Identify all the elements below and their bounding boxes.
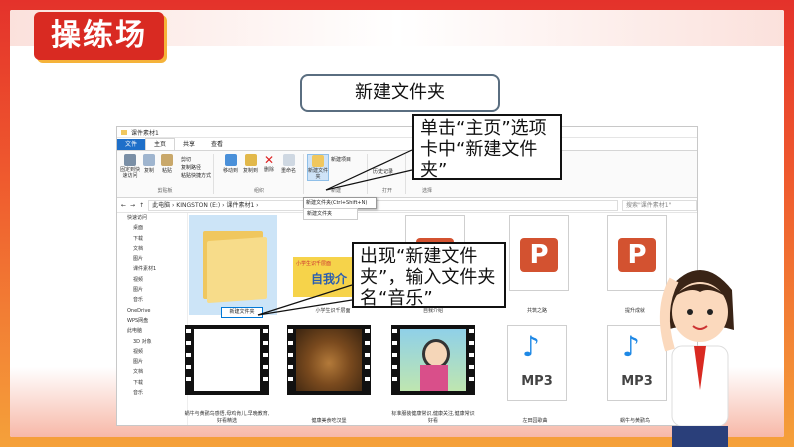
rename-input[interactable]: 新建文件夹 — [221, 307, 263, 318]
rename-icon — [282, 154, 295, 166]
nav-item[interactable]: 文档 — [117, 244, 187, 254]
video-thumbnail — [185, 325, 269, 395]
video-thumbnail — [287, 325, 371, 395]
forward-arrow-icon[interactable]: → — [130, 202, 135, 209]
file-name: 左田园歌曲 — [522, 418, 548, 424]
nav-item[interactable]: 桌面 — [117, 223, 187, 233]
nav-item[interactable]: 音乐 — [117, 388, 187, 398]
music-note-icon: ♪ — [522, 330, 540, 363]
folder-icon — [193, 225, 275, 304]
move-to-button[interactable]: 移动到 — [223, 154, 238, 174]
file-name: 小学生识千层面 — [315, 308, 351, 314]
address-bar-row: ← → ↑ 此电脑 › KINGSTON (E:) › 课件素材1 › 搜索"课… — [117, 198, 697, 213]
group-organize: 移动到 复制到 ✕ 删除 重命名 组织 — [215, 154, 304, 194]
pin-icon — [124, 154, 136, 166]
nav-item[interactable]: 3D 对象 — [117, 337, 187, 347]
group-label-new: 新建 — [330, 188, 341, 194]
nav-item[interactable]: 视频 — [117, 347, 187, 357]
nav-item[interactable]: 下载 — [117, 378, 187, 388]
delete-icon: ✕ — [263, 153, 275, 167]
file-name: 蜗牛与黄鹂鸟感悟,母鸡肯儿,早晚教育,好看精选 — [184, 411, 270, 424]
cut-button[interactable]: 剪切 — [181, 156, 211, 164]
file-name: 健康美食吃汉堡 — [311, 418, 347, 424]
search-input[interactable]: 搜索"课件素材1" — [622, 199, 697, 211]
group-label-open: 打开 — [381, 188, 392, 194]
rename-button[interactable]: 重命名 — [281, 154, 296, 174]
up-arrow-icon[interactable]: ↑ — [139, 202, 144, 209]
mp3-file-icon: ♪ MP3 — [507, 325, 567, 401]
group-open: 历史记录 打开 — [369, 154, 406, 194]
file-tile[interactable]: 标准服装健康常识,健康关注,健康常识好看 — [389, 325, 477, 425]
tab-view[interactable]: 查看 — [203, 139, 231, 150]
paste-shortcut-button[interactable]: 粘贴快捷方式 — [181, 172, 211, 180]
paste-button[interactable]: 粘贴 — [161, 154, 173, 174]
copy-to-icon — [244, 154, 257, 166]
nav-item[interactable]: 图片 — [117, 357, 187, 367]
paste-icon — [161, 154, 173, 166]
tab-home[interactable]: 主页 — [145, 138, 176, 150]
file-tile[interactable]: ♪ MP3 左田园歌曲 — [491, 325, 579, 425]
tab-share[interactable]: 共享 — [175, 139, 203, 150]
file-name: 共筑之路 — [526, 308, 547, 314]
group-clipboard: 固定到快速访问 复制 粘贴 剪切 复制路径 粘贴快捷方式 剪贴板 — [117, 154, 214, 194]
nav-item[interactable]: WPS网盘 — [117, 316, 187, 326]
file-tile[interactable]: 蜗牛与黄鹂鸟感悟,母鸡肯儿,早晚教育,好看精选 — [183, 325, 271, 425]
copy-button[interactable]: 复制 — [143, 154, 155, 174]
tab-file[interactable]: 文件 — [117, 139, 146, 150]
nav-item[interactable]: 课件素材1 — [117, 264, 187, 274]
group-label-clipboard: 剪贴板 — [157, 188, 173, 194]
nav-item[interactable]: OneDrive — [117, 306, 187, 316]
ribbon: 固定到快速访问 复制 粘贴 剪切 复制路径 粘贴快捷方式 剪贴板 移动到 复制到… — [117, 151, 697, 198]
move-to-icon — [224, 154, 237, 166]
navigation-pane: 快速访问 桌面 下载 文档 图片 课件素材1 视频 图片 音乐 OneDrive… — [117, 213, 188, 425]
nav-item[interactable]: 图片 — [117, 285, 187, 295]
file-tile[interactable]: P 共筑之路 — [493, 215, 581, 315]
file-name: 自我介绍 — [422, 308, 443, 314]
back-arrow-icon[interactable]: ← — [121, 202, 126, 209]
group-new: 新建文件夹 新建项目 新建 — [305, 154, 368, 194]
callout-rename-step: 出现“新建文件夹”，输入文件夹名“音乐” — [352, 242, 506, 309]
new-folder-button[interactable]: 新建文件夹 — [307, 154, 329, 181]
ppt-file-icon: P — [509, 215, 569, 291]
topic-box: 新建文件夹 — [300, 74, 500, 112]
video-thumbnail — [391, 325, 475, 395]
copy-icon — [143, 154, 155, 166]
copy-path-button[interactable]: 复制路径 — [181, 164, 211, 172]
group-label-select: 选择 — [421, 188, 432, 194]
new-folder-icon — [312, 155, 324, 167]
cartoon-student-illustration — [659, 270, 734, 447]
ribbon-tabs: 文件 主页 共享 查看 — [117, 138, 697, 151]
file-tile-new-folder[interactable] — [189, 215, 277, 315]
pin-button[interactable]: 固定到快速访问 — [119, 154, 141, 179]
file-name: 标准服装健康常识,健康关注,健康常识好看 — [391, 411, 475, 424]
nav-item[interactable]: 快速访问 — [117, 213, 187, 223]
nav-item[interactable]: 图片 — [117, 254, 187, 264]
delete-button[interactable]: ✕ 删除 — [263, 154, 275, 173]
slide-title-badge: 操练场 — [34, 12, 164, 60]
nav-item[interactable]: 此电脑 — [117, 326, 187, 336]
nav-item[interactable]: 文档 — [117, 367, 187, 377]
window-title: 课件素材1 — [131, 129, 159, 137]
new-item-button[interactable]: 新建项目 — [331, 156, 351, 163]
folder-icon — [121, 129, 127, 135]
address-path[interactable]: 此电脑 › KINGSTON (E:) › 课件素材1 › — [148, 199, 618, 211]
nav-item[interactable]: 视频 — [117, 275, 187, 285]
callout-new-folder-step: 单击“主页”选项卡中“新建文件夹” — [412, 114, 562, 181]
nav-item[interactable]: 下载 — [117, 234, 187, 244]
nav-item[interactable]: 音乐 — [117, 295, 187, 305]
history-button[interactable]: 历史记录 — [373, 168, 393, 175]
copy-to-button[interactable]: 复制到 — [243, 154, 258, 174]
explorer-titlebar: 课件素材1 — [117, 127, 697, 138]
file-tile[interactable]: 健康美食吃汉堡 — [285, 325, 373, 425]
group-label-organize: 组织 — [253, 188, 264, 194]
music-note-icon: ♪ — [622, 330, 640, 363]
